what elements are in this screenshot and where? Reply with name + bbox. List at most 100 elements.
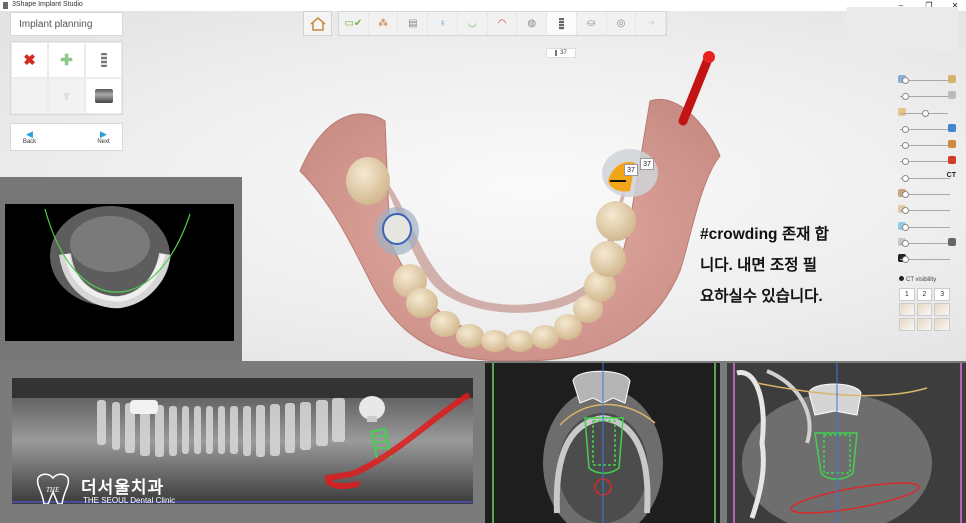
sleeve-icon [94, 89, 113, 103]
ct-toggle-label: CT [946, 171, 956, 179]
sleeve-button[interactable] [85, 78, 122, 114]
slider-row [878, 202, 956, 218]
slider-handle[interactable] [902, 125, 910, 133]
step-order[interactable]: ▭✔ [339, 12, 369, 35]
ct-preset-f-button[interactable] [934, 318, 950, 331]
next-label: Next [97, 138, 110, 145]
clinic-logo: THE [36, 473, 70, 504]
ct-preset-e-button[interactable] [916, 318, 933, 331]
implant-icon [100, 53, 107, 67]
step-nerve[interactable]: ♁ [428, 12, 458, 35]
step-tooth[interactable]: ◍ [517, 12, 548, 35]
slider-handle[interactable] [902, 77, 910, 84]
slider-handle[interactable] [902, 142, 910, 150]
cross-section-view-1[interactable] [485, 363, 720, 523]
implant-label-b: 37 [640, 158, 654, 170]
ct-view-1-button[interactable]: 1 [899, 288, 915, 301]
slider-row [878, 105, 956, 121]
slider-row [878, 72, 956, 88]
crown-arch-icon: ◠ [497, 18, 507, 29]
gingiva-arch [299, 98, 721, 362]
navigation-row: ◀ Back ▶ Next [10, 123, 123, 151]
slider-handle[interactable] [902, 191, 910, 199]
ct-visibility-label: CT visibility [899, 276, 936, 283]
line-icon [948, 91, 956, 100]
next-button[interactable]: ▶ Next [85, 124, 122, 150]
slider-row [878, 186, 956, 202]
bottom-views: THE 더서울치과 THE SEOUL Dental Clinic [0, 361, 966, 523]
ct-preset-a-button[interactable] [899, 303, 915, 316]
panel-title: Implant planning [10, 12, 123, 36]
nerve-icon: ♁ [438, 18, 447, 29]
export-icon: ⇢ [646, 18, 655, 29]
slider-handle[interactable] [902, 158, 910, 166]
step-guide[interactable]: ⛀ [577, 12, 607, 35]
slider-handle[interactable] [921, 109, 929, 117]
home-button[interactable] [303, 11, 332, 36]
arch-icon: ◡ [467, 18, 477, 29]
annotation-caption: #crowding 존재 합 니다. 내면 조정 필 요하실수 있습니다. [700, 219, 900, 312]
scan-align-icon: ⁂ [378, 18, 389, 29]
ct-view-2-button[interactable]: 2 [916, 288, 933, 301]
caption-line-3: 요하실수 있습니다. [700, 288, 823, 305]
guide-icon: ⛀ [587, 18, 596, 29]
slider-handle[interactable] [902, 223, 910, 231]
cross-section-view-2[interactable] [727, 363, 966, 523]
delete-implant-button[interactable]: ✖ [11, 42, 48, 78]
window-title: 3Shape Implant Studio [12, 1, 83, 8]
slider-handle[interactable] [902, 174, 910, 182]
axial-ct-view[interactable] [0, 177, 242, 361]
blue-cylinder-icon [948, 123, 956, 132]
ct-view-3-button[interactable]: 3 [934, 288, 950, 301]
red-drill-icon [948, 156, 956, 165]
caption-line-1: #crowding 존재 합 [700, 226, 829, 243]
slider-row [878, 121, 956, 137]
slider-handle[interactable] [902, 256, 910, 264]
slider-handle[interactable] [902, 93, 910, 101]
step-scan-align[interactable]: ⁂ [369, 12, 399, 35]
home-icon [310, 16, 325, 31]
abutment-button: ♆ [48, 78, 85, 114]
tooth-icon: ♆ [60, 87, 73, 105]
title-bar: 3Shape Implant Studio – ❐ ✕ [0, 0, 966, 11]
tool-grid: ✖ ✚ ♆ [10, 41, 123, 115]
jaw-3d-model[interactable] [290, 41, 730, 371]
tooltip-label: 37 [560, 50, 567, 56]
axial-ct-svg [44, 206, 191, 309]
cross-section-2-svg [727, 363, 966, 523]
clinic-watermark: THE 더서울치과 THE SEOUL Dental Clinic [34, 470, 204, 504]
info-box [846, 7, 958, 52]
arrow-left-icon: ◀ [26, 128, 33, 139]
implant-step-icon [559, 17, 564, 30]
clinic-name-korean: 더서울치과 [81, 478, 165, 497]
drill-direction-rod[interactable] [678, 51, 715, 126]
step-arch[interactable]: ◡ [458, 12, 488, 35]
drill-sphere-icon: ◎ [616, 18, 626, 29]
step-implant[interactable] [547, 12, 577, 35]
panoramic-view[interactable]: THE 더서울치과 THE SEOUL Dental Clinic [12, 378, 473, 504]
order-check-icon: ▭✔ [344, 18, 363, 29]
back-button[interactable]: ◀ Back [11, 124, 48, 150]
add-plus-icon: ✚ [60, 52, 73, 69]
implant-library-button[interactable] [85, 42, 122, 78]
ct-preset-d-button[interactable] [899, 318, 915, 331]
arrow-right-icon: ▶ [100, 128, 107, 139]
back-label: Back [22, 138, 37, 145]
ct-slice-icon: ▤ [408, 18, 418, 29]
axial-ct-image [5, 204, 234, 341]
ct-preset-b-button[interactable] [916, 303, 933, 316]
slider-handle[interactable] [902, 239, 910, 247]
tooltip-implant-icon [555, 50, 558, 56]
add-implant-button[interactable]: ✚ [48, 42, 85, 78]
ct-preset-c-button[interactable] [934, 303, 950, 316]
step-crown-arch[interactable]: ◠ [488, 12, 518, 35]
orange-cylinder-icon [948, 140, 956, 149]
implant-step-tooltip: 37 [546, 48, 576, 58]
slider-handle[interactable] [902, 207, 910, 215]
slider-row [878, 88, 956, 104]
step-ct[interactable]: ▤ [398, 12, 429, 35]
step-drill[interactable]: ◎ [607, 12, 637, 35]
tooth-crown-icon: ◍ [527, 18, 537, 29]
clinic-name-english: THE SEOUL Dental Clinic [83, 496, 176, 504]
implant-site-left [375, 207, 419, 255]
